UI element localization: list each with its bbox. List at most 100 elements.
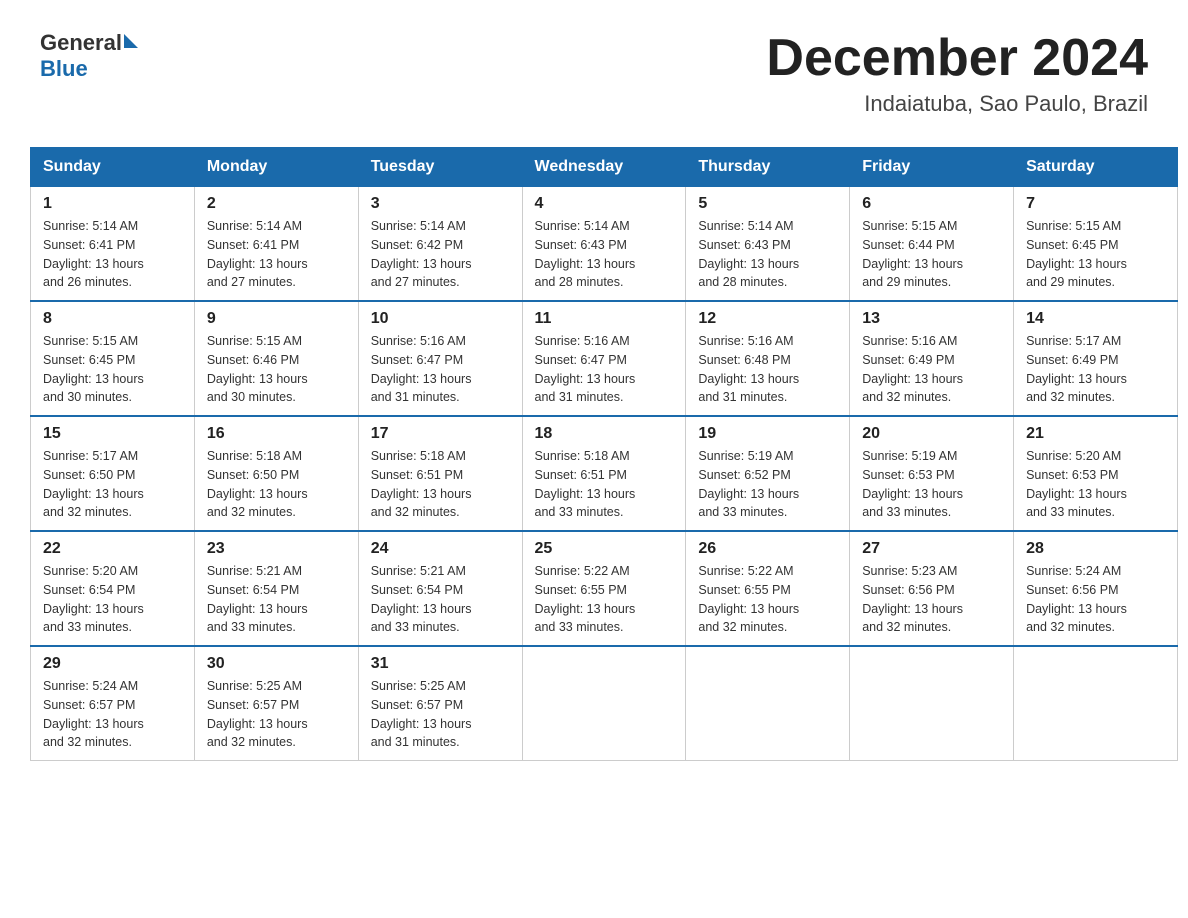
day-info: Sunrise: 5:24 AM Sunset: 6:57 PM Dayligh… xyxy=(43,677,182,752)
day-info: Sunrise: 5:25 AM Sunset: 6:57 PM Dayligh… xyxy=(207,677,346,752)
day-number: 26 xyxy=(698,540,837,558)
location-subtitle: Indaiatuba, Sao Paulo, Brazil xyxy=(766,91,1148,117)
header-sunday: Sunday xyxy=(31,148,195,187)
table-row xyxy=(522,646,686,761)
day-number: 22 xyxy=(43,540,182,558)
calendar-week-row: 29 Sunrise: 5:24 AM Sunset: 6:57 PM Dayl… xyxy=(31,646,1178,761)
table-row: 30 Sunrise: 5:25 AM Sunset: 6:57 PM Dayl… xyxy=(194,646,358,761)
page-header: General Blue December 2024 Indaiatuba, S… xyxy=(20,20,1168,127)
day-info: Sunrise: 5:25 AM Sunset: 6:57 PM Dayligh… xyxy=(371,677,510,752)
table-row: 7 Sunrise: 5:15 AM Sunset: 6:45 PM Dayli… xyxy=(1014,187,1178,302)
table-row: 14 Sunrise: 5:17 AM Sunset: 6:49 PM Dayl… xyxy=(1014,301,1178,416)
calendar-week-row: 15 Sunrise: 5:17 AM Sunset: 6:50 PM Dayl… xyxy=(31,416,1178,531)
day-info: Sunrise: 5:20 AM Sunset: 6:54 PM Dayligh… xyxy=(43,562,182,637)
day-info: Sunrise: 5:23 AM Sunset: 6:56 PM Dayligh… xyxy=(862,562,1001,637)
day-number: 2 xyxy=(207,195,346,213)
table-row: 27 Sunrise: 5:23 AM Sunset: 6:56 PM Dayl… xyxy=(850,531,1014,646)
calendar-week-row: 1 Sunrise: 5:14 AM Sunset: 6:41 PM Dayli… xyxy=(31,187,1178,302)
table-row: 25 Sunrise: 5:22 AM Sunset: 6:55 PM Dayl… xyxy=(522,531,686,646)
table-row: 29 Sunrise: 5:24 AM Sunset: 6:57 PM Dayl… xyxy=(31,646,195,761)
day-number: 30 xyxy=(207,655,346,673)
table-row: 6 Sunrise: 5:15 AM Sunset: 6:44 PM Dayli… xyxy=(850,187,1014,302)
day-number: 8 xyxy=(43,310,182,328)
day-info: Sunrise: 5:14 AM Sunset: 6:43 PM Dayligh… xyxy=(698,217,837,292)
table-row: 24 Sunrise: 5:21 AM Sunset: 6:54 PM Dayl… xyxy=(358,531,522,646)
day-info: Sunrise: 5:16 AM Sunset: 6:47 PM Dayligh… xyxy=(371,332,510,407)
day-info: Sunrise: 5:19 AM Sunset: 6:53 PM Dayligh… xyxy=(862,447,1001,522)
day-number: 19 xyxy=(698,425,837,443)
day-info: Sunrise: 5:21 AM Sunset: 6:54 PM Dayligh… xyxy=(371,562,510,637)
day-info: Sunrise: 5:18 AM Sunset: 6:51 PM Dayligh… xyxy=(535,447,674,522)
table-row: 16 Sunrise: 5:18 AM Sunset: 6:50 PM Dayl… xyxy=(194,416,358,531)
day-number: 5 xyxy=(698,195,837,213)
table-row: 26 Sunrise: 5:22 AM Sunset: 6:55 PM Dayl… xyxy=(686,531,850,646)
day-info: Sunrise: 5:17 AM Sunset: 6:50 PM Dayligh… xyxy=(43,447,182,522)
day-number: 14 xyxy=(1026,310,1165,328)
header-tuesday: Tuesday xyxy=(358,148,522,187)
day-number: 28 xyxy=(1026,540,1165,558)
day-info: Sunrise: 5:14 AM Sunset: 6:41 PM Dayligh… xyxy=(43,217,182,292)
calendar-table: Sunday Monday Tuesday Wednesday Thursday… xyxy=(30,147,1178,761)
table-row: 2 Sunrise: 5:14 AM Sunset: 6:41 PM Dayli… xyxy=(194,187,358,302)
table-row: 28 Sunrise: 5:24 AM Sunset: 6:56 PM Dayl… xyxy=(1014,531,1178,646)
day-number: 11 xyxy=(535,310,674,328)
header-friday: Friday xyxy=(850,148,1014,187)
title-area: December 2024 Indaiatuba, Sao Paulo, Bra… xyxy=(766,30,1148,117)
header-thursday: Thursday xyxy=(686,148,850,187)
table-row: 19 Sunrise: 5:19 AM Sunset: 6:52 PM Dayl… xyxy=(686,416,850,531)
day-number: 23 xyxy=(207,540,346,558)
table-row: 12 Sunrise: 5:16 AM Sunset: 6:48 PM Dayl… xyxy=(686,301,850,416)
table-row: 18 Sunrise: 5:18 AM Sunset: 6:51 PM Dayl… xyxy=(522,416,686,531)
day-info: Sunrise: 5:21 AM Sunset: 6:54 PM Dayligh… xyxy=(207,562,346,637)
day-info: Sunrise: 5:17 AM Sunset: 6:49 PM Dayligh… xyxy=(1026,332,1165,407)
table-row: 10 Sunrise: 5:16 AM Sunset: 6:47 PM Dayl… xyxy=(358,301,522,416)
table-row: 9 Sunrise: 5:15 AM Sunset: 6:46 PM Dayli… xyxy=(194,301,358,416)
day-number: 29 xyxy=(43,655,182,673)
day-info: Sunrise: 5:14 AM Sunset: 6:43 PM Dayligh… xyxy=(535,217,674,292)
day-info: Sunrise: 5:22 AM Sunset: 6:55 PM Dayligh… xyxy=(698,562,837,637)
day-number: 9 xyxy=(207,310,346,328)
day-number: 18 xyxy=(535,425,674,443)
day-number: 25 xyxy=(535,540,674,558)
day-info: Sunrise: 5:14 AM Sunset: 6:42 PM Dayligh… xyxy=(371,217,510,292)
day-info: Sunrise: 5:19 AM Sunset: 6:52 PM Dayligh… xyxy=(698,447,837,522)
header-monday: Monday xyxy=(194,148,358,187)
logo-blue-text: Blue xyxy=(40,56,88,82)
day-number: 31 xyxy=(371,655,510,673)
day-number: 13 xyxy=(862,310,1001,328)
day-number: 3 xyxy=(371,195,510,213)
day-info: Sunrise: 5:15 AM Sunset: 6:44 PM Dayligh… xyxy=(862,217,1001,292)
table-row: 3 Sunrise: 5:14 AM Sunset: 6:42 PM Dayli… xyxy=(358,187,522,302)
logo: General Blue xyxy=(40,30,138,82)
table-row: 4 Sunrise: 5:14 AM Sunset: 6:43 PM Dayli… xyxy=(522,187,686,302)
table-row xyxy=(1014,646,1178,761)
calendar-week-row: 22 Sunrise: 5:20 AM Sunset: 6:54 PM Dayl… xyxy=(31,531,1178,646)
day-info: Sunrise: 5:18 AM Sunset: 6:50 PM Dayligh… xyxy=(207,447,346,522)
table-row xyxy=(686,646,850,761)
table-row: 13 Sunrise: 5:16 AM Sunset: 6:49 PM Dayl… xyxy=(850,301,1014,416)
day-info: Sunrise: 5:15 AM Sunset: 6:46 PM Dayligh… xyxy=(207,332,346,407)
day-info: Sunrise: 5:16 AM Sunset: 6:49 PM Dayligh… xyxy=(862,332,1001,407)
table-row: 31 Sunrise: 5:25 AM Sunset: 6:57 PM Dayl… xyxy=(358,646,522,761)
logo-general-text: General xyxy=(40,30,122,56)
table-row: 15 Sunrise: 5:17 AM Sunset: 6:50 PM Dayl… xyxy=(31,416,195,531)
table-row: 23 Sunrise: 5:21 AM Sunset: 6:54 PM Dayl… xyxy=(194,531,358,646)
table-row: 8 Sunrise: 5:15 AM Sunset: 6:45 PM Dayli… xyxy=(31,301,195,416)
day-number: 10 xyxy=(371,310,510,328)
day-info: Sunrise: 5:22 AM Sunset: 6:55 PM Dayligh… xyxy=(535,562,674,637)
header-wednesday: Wednesday xyxy=(522,148,686,187)
header-saturday: Saturday xyxy=(1014,148,1178,187)
day-number: 1 xyxy=(43,195,182,213)
table-row: 11 Sunrise: 5:16 AM Sunset: 6:47 PM Dayl… xyxy=(522,301,686,416)
day-number: 16 xyxy=(207,425,346,443)
day-info: Sunrise: 5:15 AM Sunset: 6:45 PM Dayligh… xyxy=(43,332,182,407)
day-number: 17 xyxy=(371,425,510,443)
table-row: 17 Sunrise: 5:18 AM Sunset: 6:51 PM Dayl… xyxy=(358,416,522,531)
day-number: 4 xyxy=(535,195,674,213)
day-number: 27 xyxy=(862,540,1001,558)
day-number: 21 xyxy=(1026,425,1165,443)
day-info: Sunrise: 5:24 AM Sunset: 6:56 PM Dayligh… xyxy=(1026,562,1165,637)
table-row xyxy=(850,646,1014,761)
day-info: Sunrise: 5:20 AM Sunset: 6:53 PM Dayligh… xyxy=(1026,447,1165,522)
day-number: 6 xyxy=(862,195,1001,213)
